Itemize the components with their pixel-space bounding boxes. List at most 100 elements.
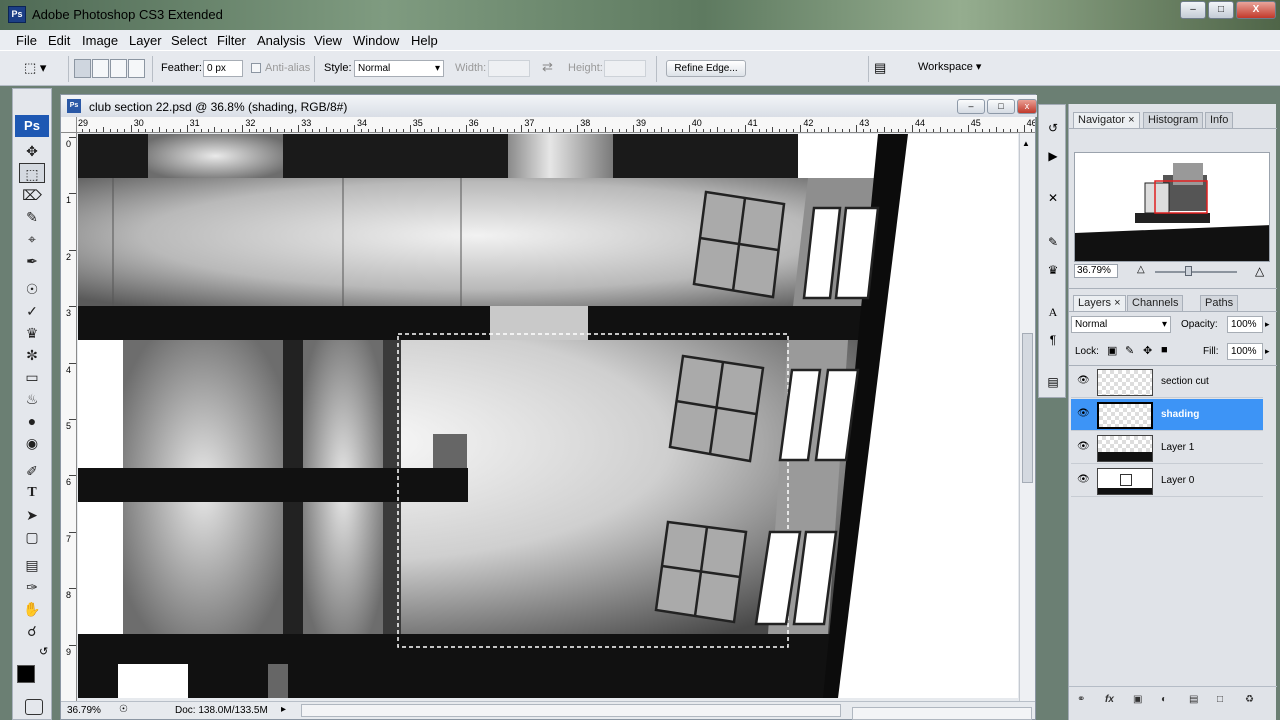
file-browser-icon[interactable]: ▤ <box>874 59 898 78</box>
move-tool-icon[interactable]: ✥ <box>19 141 45 161</box>
tab-histogram[interactable]: Histogram <box>1143 112 1204 128</box>
close-button[interactable]: X <box>1236 1 1276 19</box>
history-icon[interactable]: ↺ <box>1043 119 1063 137</box>
workspace-menu[interactable]: Workspace ▾ <box>918 60 981 73</box>
zoom-tool-icon[interactable]: ☌ <box>19 621 45 641</box>
dodge-tool-icon[interactable]: ◉ <box>19 433 45 453</box>
lock-position-icon[interactable]: ✥ <box>1143 344 1152 357</box>
style-select[interactable]: Normal ▾ <box>354 60 444 77</box>
layer-row-shading[interactable]: 👁 shading <box>1071 399 1263 431</box>
crop-tool-icon[interactable]: ⌖ <box>19 229 45 249</box>
path-selection-tool-icon[interactable]: ➤ <box>19 505 45 525</box>
zoom-level[interactable]: 36.79% <box>67 705 115 718</box>
fill-arrow-icon[interactable]: ▸ <box>1265 346 1270 357</box>
new-layer-icon[interactable]: □ <box>1217 694 1223 705</box>
layer-row-layer-0[interactable]: 👁 Layer 0 <box>1071 465 1263 497</box>
menu-analysis[interactable]: Analysis <box>257 33 305 48</box>
hand-tool-icon[interactable]: ✋ <box>19 599 45 619</box>
eraser-tool-icon[interactable]: ▭ <box>19 367 45 387</box>
restore-button[interactable]: □ <box>1208 1 1234 19</box>
healing-brush-tool-icon[interactable]: ☉ <box>19 279 45 299</box>
clone-stamp-tool-icon[interactable]: ♛ <box>19 323 45 343</box>
swap-icon[interactable]: ⇄ <box>542 59 553 75</box>
type-tool-icon[interactable]: T <box>19 483 45 503</box>
menu-edit[interactable]: Edit <box>48 33 70 48</box>
quick-mask-icon[interactable] <box>25 699 43 715</box>
feather-input[interactable]: 0 px <box>203 60 243 77</box>
height-input[interactable] <box>604 60 646 77</box>
eye-icon[interactable]: 👁 <box>1077 474 1090 485</box>
navigator-zoom-input[interactable]: 36.79% <box>1074 264 1118 278</box>
width-input[interactable] <box>488 60 530 77</box>
doc-minimize-button[interactable]: ‒ <box>957 99 985 114</box>
actions-icon[interactable]: ▶ <box>1043 147 1063 165</box>
notes-tool-icon[interactable]: ▤ <box>19 555 45 575</box>
eye-icon[interactable]: 👁 <box>1077 375 1090 386</box>
blend-mode-select[interactable]: Normal ▾ <box>1071 316 1171 333</box>
doc-restore-button[interactable]: □ <box>987 99 1015 114</box>
blur-tool-icon[interactable]: ● <box>19 411 45 431</box>
zoom-in-icon[interactable]: △ <box>1255 264 1264 278</box>
layer-row-layer-1[interactable]: 👁 Layer 1 <box>1071 432 1263 464</box>
lasso-tool-icon[interactable]: ⌦ <box>19 185 45 205</box>
scroll-up-icon[interactable]: ▲ <box>1022 139 1032 148</box>
horizontal-scrollbar[interactable] <box>301 704 1032 720</box>
intersect-selection-icon[interactable] <box>128 59 145 78</box>
lock-transparency-icon[interactable]: ▣ <box>1107 344 1117 357</box>
opacity-arrow-icon[interactable]: ▸ <box>1265 319 1270 330</box>
paragraph-icon[interactable]: ¶ <box>1043 331 1063 349</box>
refine-edge-button[interactable]: Refine Edge... <box>666 60 746 77</box>
tab-info[interactable]: Info <box>1205 112 1234 128</box>
menu-filter[interactable]: Filter <box>217 33 246 48</box>
fx-icon[interactable]: fx <box>1105 694 1114 705</box>
eye-icon[interactable]: 👁 <box>1077 441 1090 452</box>
menu-select[interactable]: Select <box>171 33 207 48</box>
menu-view[interactable]: View <box>314 33 342 48</box>
subtract-selection-icon[interactable] <box>110 59 127 78</box>
navigator-slider-thumb[interactable] <box>1185 266 1192 276</box>
marquee-preset-icon[interactable]: ⬚ ▾ <box>24 59 60 78</box>
tab-channels[interactable]: Channels <box>1127 295 1184 311</box>
eye-icon[interactable]: 👁 <box>1077 408 1090 419</box>
vertical-scroll-thumb[interactable] <box>1022 333 1033 483</box>
new-selection-icon[interactable] <box>74 59 91 78</box>
opacity-input[interactable]: 100% <box>1227 316 1263 333</box>
menu-window[interactable]: Window <box>353 33 399 48</box>
doc-close-button[interactable]: x <box>1017 99 1037 114</box>
canvas[interactable] <box>78 134 1018 698</box>
trash-icon[interactable]: ♻ <box>1245 694 1254 705</box>
layer-row-section-cut[interactable]: 👁 section cut <box>1071 366 1263 398</box>
quick-selection-tool-icon[interactable]: ✎ <box>19 207 45 227</box>
antialias-checkbox[interactable] <box>251 63 261 73</box>
navigator-zoom-slider[interactable] <box>1155 271 1237 273</box>
brushes-icon[interactable]: ✎ <box>1043 233 1063 251</box>
brush-tool-icon[interactable]: ✓ <box>19 301 45 321</box>
mask-icon[interactable]: ▣ <box>1133 694 1142 705</box>
swap-colors-icon[interactable]: ↺ <box>39 645 48 658</box>
tab-navigator[interactable]: Navigator × <box>1073 112 1140 128</box>
eyedropper-tool-icon[interactable]: ✑ <box>19 577 45 597</box>
zoom-out-icon[interactable]: △ <box>1137 264 1145 275</box>
menu-image[interactable]: Image <box>82 33 118 48</box>
tab-layers[interactable]: Layers × <box>1073 295 1126 311</box>
tool-presets-icon[interactable]: ✕ <box>1043 189 1063 207</box>
rectangular-marquee-tool-icon[interactable]: ⬚ <box>19 163 45 183</box>
menu-layer[interactable]: Layer <box>129 33 162 48</box>
rectangle-tool-icon[interactable]: ▢ <box>19 527 45 547</box>
pen-tool-icon[interactable]: ✐ <box>19 461 45 481</box>
foreground-color-swatch[interactable] <box>17 665 35 683</box>
fill-input[interactable]: 100% <box>1227 343 1263 360</box>
minimize-button[interactable]: ‒ <box>1180 1 1206 19</box>
horizontal-scroll-thumb[interactable] <box>852 707 1032 720</box>
menu-file[interactable]: File <box>16 33 37 48</box>
lock-all-icon[interactable]: ■ <box>1161 344 1168 356</box>
vertical-scrollbar[interactable]: ▲ <box>1019 133 1035 703</box>
status-info-icon[interactable]: ☉ <box>119 704 135 717</box>
navigator-thumbnail[interactable] <box>1074 152 1270 262</box>
adjustment-icon[interactable]: ◐ <box>1161 694 1167 705</box>
status-menu-icon[interactable]: ▸ <box>281 704 286 715</box>
add-selection-icon[interactable] <box>92 59 109 78</box>
clone-source-icon[interactable]: ♛ <box>1043 261 1063 279</box>
group-icon[interactable]: ▤ <box>1189 694 1198 705</box>
paint-bucket-tool-icon[interactable]: ♨ <box>19 389 45 409</box>
